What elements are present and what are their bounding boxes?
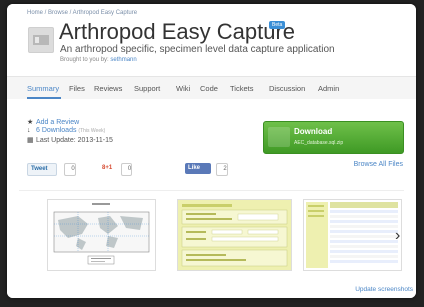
tweet-count: 0: [64, 163, 76, 176]
tab-support[interactable]: Support: [134, 84, 160, 93]
tab-files[interactable]: Files: [69, 84, 85, 93]
last-update-row: ▦ Last Update: 2013-11-15: [27, 136, 113, 144]
gplus-label: 8+1: [102, 165, 113, 171]
last-update: Last Update: 2013-11-15: [36, 137, 113, 144]
project-tagline: An arthropod specific, specimen level da…: [60, 44, 335, 55]
page-title: Arthropod Easy Capture: [59, 19, 296, 44]
tweet-button[interactable]: Tweet: [27, 163, 57, 176]
author-link[interactable]: sethmann: [110, 57, 136, 63]
download-icon: [268, 127, 290, 147]
like-button[interactable]: Like: [185, 163, 211, 174]
tab-summary[interactable]: Summary: [27, 84, 59, 93]
tab-wiki[interactable]: Wiki: [176, 84, 190, 93]
divider: [19, 190, 404, 191]
map-screenshot-image: [48, 200, 155, 270]
like-count: 2: [216, 163, 228, 176]
gplus-count: 0: [121, 163, 132, 176]
screenshot-thumbnail[interactable]: [303, 199, 402, 271]
download-arrow-icon: ↓: [27, 127, 31, 134]
tab-code[interactable]: Code: [200, 84, 218, 93]
downloads-link[interactable]: 6 Downloads: [36, 127, 76, 134]
download-label: Download: [294, 127, 333, 136]
brought-by: Brought to you by: sethmann: [60, 57, 137, 63]
downloads-row: ↓ 6 Downloads (This Week): [27, 127, 105, 134]
screenshot-thumbnail[interactable]: [47, 199, 156, 271]
browse-all-files-link[interactable]: Browse All Files: [354, 161, 403, 168]
brought-by-label: Brought to you by:: [60, 57, 109, 63]
tab-admin[interactable]: Admin: [318, 84, 339, 93]
breadcrumb[interactable]: Home / Browse / Arthropod Easy Capture: [27, 10, 137, 16]
download-button[interactable]: Download AEC_database.sql.zip: [263, 121, 404, 154]
screenshot-thumbnail[interactable]: [177, 199, 292, 271]
download-filename: AEC_database.sql.zip: [294, 140, 344, 146]
beta-badge: Beta: [269, 21, 286, 29]
project-logo: [28, 27, 54, 53]
add-review-link[interactable]: Add a Review: [36, 119, 79, 126]
project-logo-icon: [33, 35, 49, 45]
tab-reviews[interactable]: Reviews: [94, 84, 122, 93]
like-label: Like: [188, 165, 201, 171]
tab-discussion[interactable]: Discussion: [269, 84, 305, 93]
browser-page: Home / Browse / Arthropod Easy Capture A…: [7, 4, 416, 298]
tab-tickets[interactable]: Tickets: [230, 84, 253, 93]
like-count-value: 2: [223, 166, 227, 172]
project-header: Home / Browse / Arthropod Easy Capture A…: [7, 4, 416, 74]
update-screenshots-link[interactable]: Update screenshots: [355, 286, 413, 293]
calendar-icon: ▦: [27, 137, 34, 144]
summary-content: ★ Add a Review ↓ 6 Downloads (This Week) ▦…: [7, 99, 416, 298]
gplus-count-value: 0: [127, 166, 132, 172]
star-icon: ★: [27, 119, 34, 126]
downloads-note: (This Week): [78, 128, 106, 134]
add-review-row: ★ Add a Review: [27, 118, 79, 126]
tweet-count-value: 0: [71, 166, 75, 172]
next-screenshot-chevron-icon[interactable]: ›: [395, 227, 400, 245]
tweet-label: Tweet: [31, 166, 48, 172]
project-nav: Summary Files Reviews Support Wiki Code …: [7, 76, 416, 100]
gplus-button[interactable]: 8+1: [99, 163, 115, 174]
form-screenshot-image: [178, 200, 291, 270]
table-screenshot-image: [304, 200, 401, 270]
